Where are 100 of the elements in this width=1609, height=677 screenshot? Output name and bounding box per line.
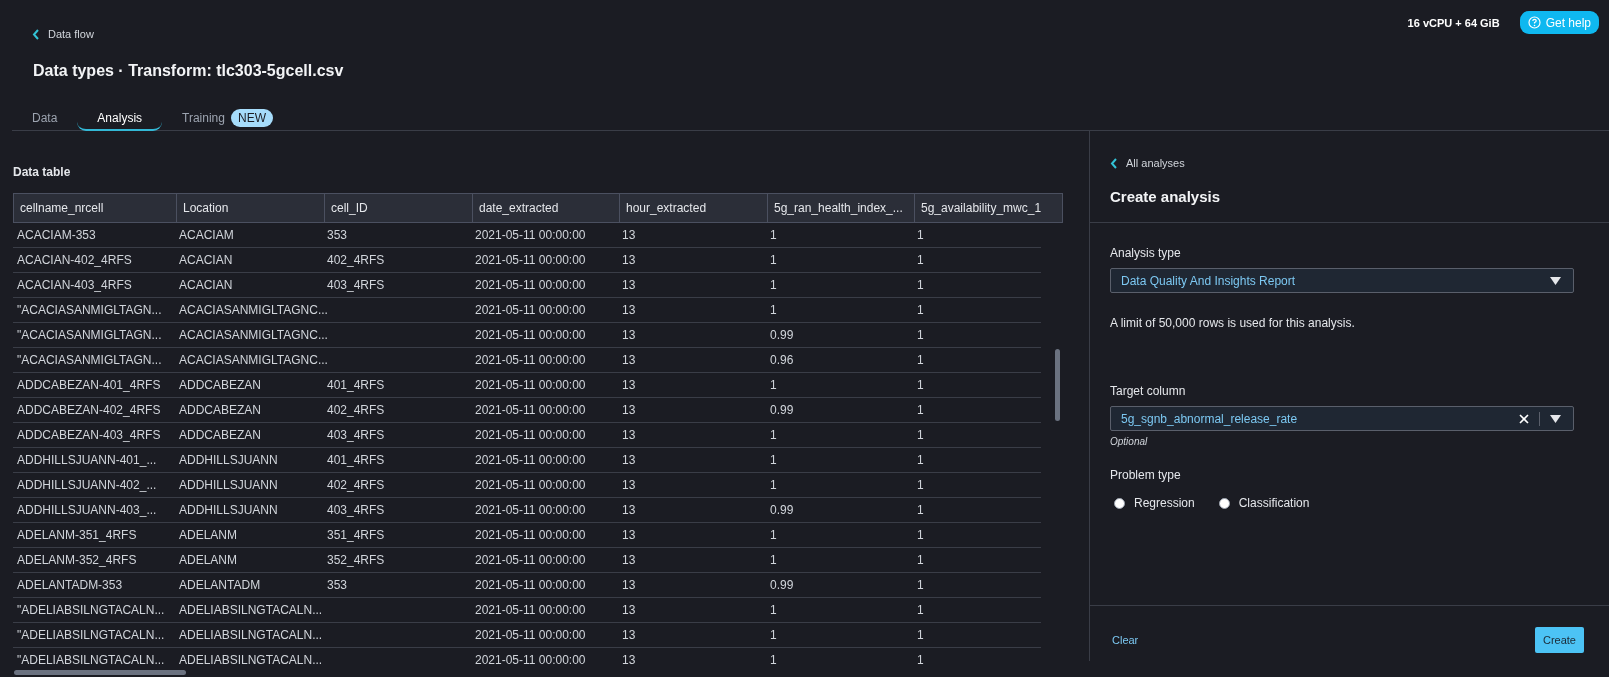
table-cell-text: 353 <box>326 577 349 593</box>
target-column-dropdown[interactable]: 5g_sgnb_abnormal_release_rate <box>1110 406 1574 431</box>
tab[interactable]: Analysis <box>77 108 163 131</box>
column-header[interactable]: date_extracted <box>472 194 619 222</box>
table-cell-text: 1 <box>769 652 778 668</box>
table-cell-text: 2021-05-11 00:00:00 <box>474 602 587 618</box>
table-cell-text: 2021-05-11 00:00:00 <box>474 652 587 668</box>
caret-down-icon[interactable] <box>1550 414 1561 423</box>
table-cell-text: 1 <box>916 627 925 643</box>
table-cell-text: 1 <box>769 477 778 493</box>
row-limit-note: A limit of 50,000 rows is used for this analysis. <box>1110 316 1356 330</box>
table-cell-text: ACACIAN-403_4RFS <box>16 277 133 293</box>
table-cell-text: 1 <box>916 552 925 568</box>
table-cell-text: 402_4RFS <box>326 252 386 268</box>
table-cell-text: ADDHILLSJUANN-403_... <box>16 502 158 518</box>
table-cell-text: 2021-05-11 00:00:00 <box>474 277 587 293</box>
table-cell-text: 1 <box>769 377 778 393</box>
optional-hint: Optional <box>1110 436 1149 447</box>
create-button[interactable]: Create <box>1534 626 1584 653</box>
table-cell-text: 401_4RFS <box>326 377 386 393</box>
table-cell-text: 0.99 <box>769 327 795 343</box>
table-cell-text: ACACIAM-353 <box>16 227 97 243</box>
chevron-left-icon <box>1110 157 1118 169</box>
table-cell-text: ADDCABEZAN <box>178 402 262 418</box>
instance-type-label: 16 vCPU + 64 GiB <box>1407 16 1500 29</box>
table-cell-text: 1 <box>916 502 925 518</box>
table-cell-text: 403_4RFS <box>326 277 386 293</box>
table-cell-text: 2021-05-11 00:00:00 <box>474 502 587 518</box>
help-icon <box>1527 16 1541 29</box>
data-table-title: Data table <box>13 165 72 179</box>
table-cell-text: 1 <box>916 527 925 543</box>
table-cell-text: ADELANM <box>178 552 238 568</box>
table-cell-text: ADDCABEZAN-401_4RFS <box>16 377 162 393</box>
column-header[interactable]: 5g_ran_health_index_... <box>767 194 914 222</box>
table-cell-text: 401_4RFS <box>326 452 386 468</box>
horizontal-scrollbar[interactable] <box>14 670 186 675</box>
clear-button[interactable]: Clear <box>1112 633 1139 646</box>
table-cell-text: "ADELIABSILNGTACALN... <box>16 627 166 643</box>
table-cell-text: 0.99 <box>769 402 795 418</box>
tab[interactable]: Training NEW <box>162 108 293 131</box>
table-cell-text: ADDHILLSJUANN-401_... <box>16 452 158 468</box>
table-cell-text: 1 <box>916 227 925 243</box>
table-cell-text: 1 <box>769 302 778 318</box>
table-cell-text: ADELANM-352_4RFS <box>16 552 138 568</box>
caret-down-icon[interactable] <box>1550 276 1561 285</box>
column-header[interactable]: cell_ID <box>324 194 472 222</box>
table-cell-text: 1 <box>916 327 925 343</box>
column-header[interactable]: hour_extracted <box>619 194 767 222</box>
table-cell-text: ACACIAN <box>178 277 234 293</box>
table-cell-text: ADELIABSILNGTACALN... <box>178 652 323 668</box>
table-cell-text: 1 <box>769 252 778 268</box>
table-cell-text: 13 <box>621 652 637 668</box>
back-link[interactable]: All analyses <box>1110 157 1185 169</box>
table-cell-text: 402_4RFS <box>326 477 386 493</box>
table-cell-text: "ACACIASANMIGLTAGN... <box>16 352 163 368</box>
table-cell-text: 13 <box>621 452 637 468</box>
table-cell-text: 1 <box>916 577 925 593</box>
table-cell-text: 2021-05-11 00:00:00 <box>474 627 587 643</box>
table-cell-text: 2021-05-11 00:00:00 <box>474 577 587 593</box>
table-cell-text: ACACIAM <box>178 227 235 243</box>
table-cell-text: 13 <box>621 377 637 393</box>
radio-option[interactable]: Classification <box>1218 496 1310 510</box>
column-header[interactable]: Location <box>176 194 324 222</box>
chevron-left-icon <box>32 28 40 40</box>
column-header[interactable]: cellname_nrcell <box>14 194 176 222</box>
table-cell-text: 1 <box>916 377 925 393</box>
vertical-scrollbar[interactable] <box>1055 349 1060 421</box>
table-cell-text: 2021-05-11 00:00:00 <box>474 327 587 343</box>
table-cell-text: 13 <box>621 527 637 543</box>
table-cell-text: 1 <box>769 602 778 618</box>
table-cell-text: ADELIABSILNGTACALN... <box>178 627 323 643</box>
table-cell-text: ADDCABEZAN <box>178 427 262 443</box>
radio-option[interactable]: Regression <box>1114 496 1195 510</box>
tab[interactable]: Data <box>12 108 78 131</box>
column-header[interactable]: 5g_availability_mwc_1 <box>914 194 1052 222</box>
table-cell-text: 1 <box>916 477 925 493</box>
clear-icon[interactable] <box>1519 413 1529 424</box>
table-cell-text: 1 <box>916 302 925 318</box>
table-cell-text: ADDHILLSJUANN <box>178 477 279 493</box>
table-cell-text: 13 <box>621 402 637 418</box>
table-cell-text: ADDHILLSJUANN-402_... <box>16 477 158 493</box>
table-cell-text: ADELANTADM <box>178 577 262 593</box>
table-cell-text: ADELANM-351_4RFS <box>16 527 138 543</box>
table-cell-text: 1 <box>769 452 778 468</box>
field-label: Analysis type <box>1110 246 1182 260</box>
table-cell-text: ADDCABEZAN <box>178 377 262 393</box>
table-cell-text: 1 <box>769 227 778 243</box>
table-cell-text: 0.99 <box>769 577 795 593</box>
table-cell-text: 403_4RFS <box>326 502 386 518</box>
back-link[interactable]: Data flow <box>32 27 344 41</box>
table-cell-text: ADELIABSILNGTACALN... <box>178 602 323 618</box>
analysis-type-dropdown[interactable]: Data Quality And Insights Report <box>1110 268 1574 293</box>
table-cell-text: 13 <box>621 252 637 268</box>
table-cell-text: "ADELIABSILNGTACALN... <box>16 602 166 618</box>
field-label: Target column <box>1110 384 1187 398</box>
table-cell-text: 1 <box>769 627 778 643</box>
table-cell-text: 1 <box>916 402 925 418</box>
table-cell-text: 403_4RFS <box>326 427 386 443</box>
table-cell-text: 0.99 <box>769 502 795 518</box>
table-cell-text: ADDHILLSJUANN <box>178 452 279 468</box>
